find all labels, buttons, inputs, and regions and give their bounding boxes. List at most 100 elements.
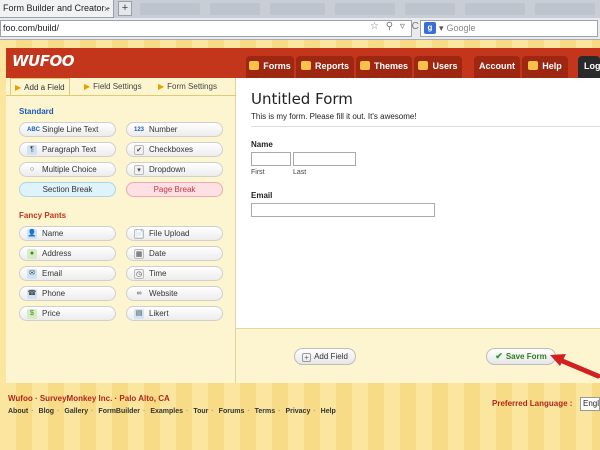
footer-link-formbuilder[interactable]: FormBuilder bbox=[98, 408, 140, 415]
first-name-input[interactable] bbox=[251, 152, 291, 166]
nav-users[interactable]: Users bbox=[414, 56, 462, 78]
person-icon: 👤 bbox=[27, 229, 37, 239]
separator: · bbox=[247, 408, 250, 415]
separator: · bbox=[313, 408, 316, 415]
footer-link-help[interactable]: Help bbox=[321, 408, 336, 415]
grid-icon: ▤ bbox=[134, 309, 144, 319]
blurred-bookmark bbox=[535, 3, 595, 15]
search-input[interactable]: g ▾ Google bbox=[420, 20, 598, 37]
field-likert-button[interactable]: ▤ Likert bbox=[126, 306, 223, 321]
last-sublabel: Last bbox=[293, 169, 307, 176]
nav-help[interactable]: Help bbox=[522, 56, 568, 78]
divider bbox=[251, 126, 600, 127]
tab-label: Add a Field bbox=[24, 83, 65, 92]
nav-label: Help bbox=[542, 61, 562, 71]
tab-label: Form Settings bbox=[167, 82, 217, 91]
language-select[interactable]: Engl bbox=[580, 397, 600, 411]
field-label: Multiple Choice bbox=[42, 165, 97, 174]
field-website-button[interactable]: ∞ Website bbox=[126, 286, 223, 301]
field-label: Name bbox=[42, 229, 64, 238]
nav-account[interactable]: Account bbox=[474, 56, 520, 78]
separator: · bbox=[57, 408, 60, 415]
field-single-line-text-button[interactable]: ABC Single Line Text bbox=[19, 122, 116, 137]
field-number-button[interactable]: 123 Number bbox=[126, 122, 223, 137]
field-label: Checkboxes bbox=[149, 145, 194, 154]
field-label: Time bbox=[149, 269, 167, 278]
field-paragraph-text-button[interactable]: ¶ Paragraph Text bbox=[19, 142, 116, 157]
footer-link-examples[interactable]: Examples bbox=[150, 408, 183, 415]
footer-link-terms[interactable]: Terms bbox=[255, 408, 276, 415]
field-label: Single Line Text bbox=[42, 125, 99, 134]
tab-form-settings[interactable]: ▶ Form Settings bbox=[158, 78, 217, 95]
tab-field-settings[interactable]: ▶ Field Settings bbox=[84, 78, 142, 95]
field-date-button[interactable]: ▦ Date bbox=[126, 246, 223, 261]
field-label: Section Break bbox=[42, 185, 93, 194]
money-icon: $ bbox=[27, 309, 37, 319]
footer-link-tour[interactable]: Tour bbox=[193, 408, 208, 415]
clock-icon: ◷ bbox=[134, 269, 144, 279]
name-field-label: Name bbox=[251, 140, 273, 149]
separator: · bbox=[278, 408, 281, 415]
footer-link-blog[interactable]: Blog bbox=[39, 408, 55, 415]
footer-link-privacy[interactable]: Privacy bbox=[285, 408, 310, 415]
field-label: Likert bbox=[149, 309, 169, 318]
blurred-bookmark bbox=[140, 3, 200, 15]
field-file-upload-button[interactable]: 📄 File Upload bbox=[126, 226, 223, 241]
url-text: foo.com/build/ bbox=[3, 23, 60, 33]
nav-label: Reports bbox=[314, 61, 349, 71]
field-name-button[interactable]: 👤 Name bbox=[19, 226, 116, 241]
field-address-button[interactable]: ● Address bbox=[19, 246, 116, 261]
field-multiple-choice-button[interactable]: ○ Multiple Choice bbox=[19, 162, 116, 177]
nav-reports[interactable]: Reports bbox=[296, 56, 354, 78]
field-time-button[interactable]: ◷ Time bbox=[126, 266, 223, 281]
field-phone-button[interactable]: ☎ Phone bbox=[19, 286, 116, 301]
field-label: Price bbox=[42, 309, 61, 318]
field-price-button[interactable]: $ Price bbox=[19, 306, 116, 321]
arrow-right-icon: ▶ bbox=[15, 83, 22, 92]
field-section-break-button[interactable]: Section Break bbox=[19, 182, 116, 197]
field-label: Email bbox=[42, 269, 63, 278]
url-bar[interactable]: foo.com/build/ bbox=[0, 20, 412, 37]
browser-tab[interactable]: Form Builder and Creator - NO L... × bbox=[0, 0, 114, 18]
wufoo-logo[interactable]: WUFOO bbox=[12, 52, 74, 70]
field-label: File Upload bbox=[149, 229, 190, 238]
url-bar-icons[interactable]: ☆ ⚲ ▿ C bbox=[370, 21, 421, 32]
new-tab-button[interactable]: + bbox=[118, 1, 132, 16]
field-panel: ▶ Add a Field ▶ Field Settings ▶ Form Setti… bbox=[6, 78, 236, 383]
chevron-down-icon[interactable]: ▾ bbox=[439, 23, 444, 33]
arrow-right-icon: ▶ bbox=[158, 82, 165, 91]
field-dropdown-button[interactable]: ▾ Dropdown bbox=[126, 162, 223, 177]
text-icon: ABC bbox=[27, 127, 40, 133]
footer-link-gallery[interactable]: Gallery bbox=[64, 408, 88, 415]
email-field-label: Email bbox=[251, 191, 273, 200]
blurred-bookmark bbox=[465, 3, 525, 15]
app-header: WUFOO Forms Reports Themes Users Account… bbox=[6, 48, 600, 78]
field-label: Date bbox=[149, 249, 166, 258]
add-field-button[interactable]: + Add Field bbox=[294, 348, 356, 365]
wufoo-app: WUFOO Forms Reports Themes Users Account… bbox=[6, 48, 600, 383]
field-checkboxes-button[interactable]: ✔ Checkboxes bbox=[126, 142, 223, 157]
field-label: Number bbox=[149, 125, 178, 134]
field-page-break-button[interactable]: Page Break bbox=[126, 182, 223, 197]
nav-logout[interactable]: Log bbox=[578, 56, 600, 78]
separator: · bbox=[211, 408, 214, 415]
phone-icon: ☎ bbox=[27, 289, 37, 299]
tab-add-field[interactable]: ▶ Add a Field bbox=[10, 78, 70, 95]
field-label: Page Break bbox=[153, 185, 196, 194]
form-description[interactable]: This is my form. Please fill it out. It'… bbox=[251, 112, 417, 121]
reports-icon bbox=[300, 61, 311, 70]
email-input[interactable] bbox=[251, 203, 435, 217]
nav-label: Log bbox=[584, 61, 600, 71]
field-label: Phone bbox=[42, 289, 66, 298]
form-title[interactable]: Untitled Form bbox=[251, 90, 353, 108]
footer-link-forums[interactable]: Forums bbox=[219, 408, 245, 415]
nav-themes[interactable]: Themes bbox=[356, 56, 412, 78]
nav-forms[interactable]: Forms bbox=[246, 56, 294, 78]
field-email-button[interactable]: ✉ Email bbox=[19, 266, 116, 281]
google-icon: g bbox=[424, 22, 436, 34]
check-icon: ✔ bbox=[495, 351, 503, 361]
close-icon[interactable]: × bbox=[104, 1, 109, 17]
footer-link-about[interactable]: About bbox=[8, 408, 28, 415]
forms-icon bbox=[249, 61, 260, 70]
last-name-input[interactable] bbox=[293, 152, 356, 166]
